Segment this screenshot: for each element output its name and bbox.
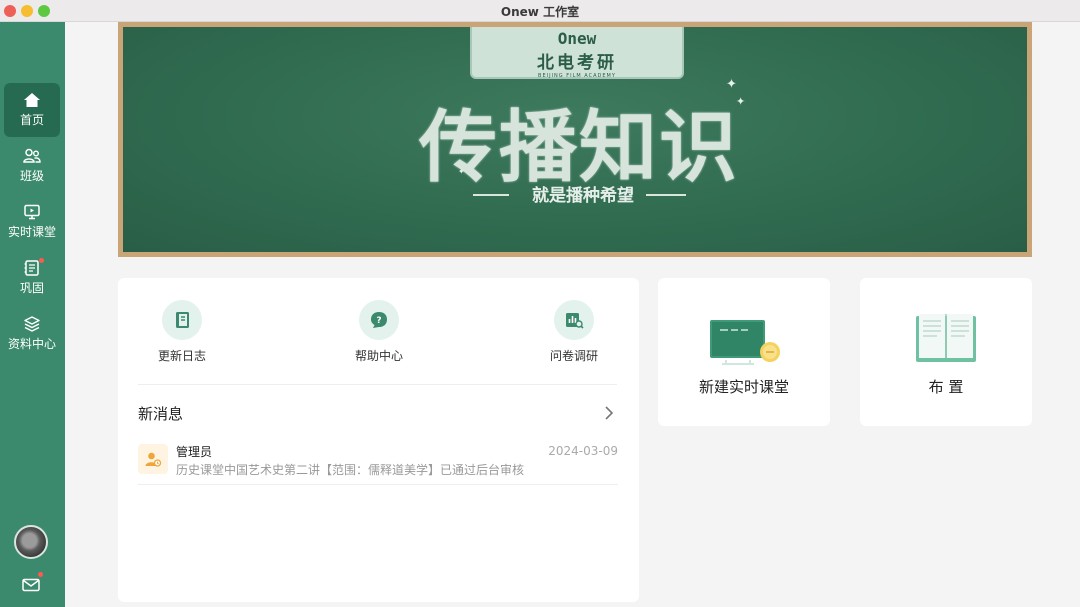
sidebar-item-live-class[interactable]: 实时课堂 — [4, 195, 60, 249]
home-icon — [24, 93, 40, 107]
survey-link[interactable]: 问卷调研 — [529, 300, 619, 364]
banner-subtitle: 就是播种希望 — [532, 186, 634, 206]
message-item[interactable]: 管理员 2024-03-09 历史课堂中国艺术史第二讲【范围：儒释道美学】已通过… — [138, 442, 618, 485]
star-icon: ✦ — [736, 95, 746, 108]
quick-link-label: 帮助中心 — [354, 349, 403, 363]
sidebar-item-label: 班级 — [19, 169, 44, 183]
sidebar-item-review[interactable]: 巩固 — [4, 251, 60, 305]
admin-user-icon — [145, 452, 162, 467]
users-icon — [23, 148, 41, 163]
chalkboard: Onew 北电考研 BEIJING FILM ACADEMY 传播知识 ✦ ✦ … — [123, 27, 1027, 252]
sign-subtext: BEIJING FILM ACADEMY — [538, 73, 616, 79]
window-title: Onew 工作室 — [500, 5, 580, 19]
sign-brand-text: Onew — [557, 29, 597, 48]
home-panel: 更新日志 ? 帮助中心 问卷调研 新消息 管理员 2024-03-09 历史课堂… — [118, 278, 639, 602]
sidebar-item-resources[interactable]: 资料中心 — [4, 307, 60, 361]
open-book-icon — [916, 314, 976, 362]
message-sender: 管理员 — [176, 445, 213, 459]
help-icon: ? — [371, 312, 387, 328]
live-class-icon — [24, 204, 40, 220]
mail-icon — [22, 578, 40, 592]
sidebar-item-label: 巩固 — [19, 281, 44, 295]
message-text: 历史课堂中国艺术史第二讲【范围：儒释道美学】已通过后台审核 — [176, 463, 525, 477]
admin-avatar — [138, 444, 168, 474]
help-icon-circle: ? — [359, 300, 399, 340]
blackboard-icon — [710, 320, 780, 365]
mail-button[interactable] — [22, 572, 43, 596]
message-date: 2024-03-09 — [548, 444, 618, 458]
chalkboard-banner: Onew 北电考研 BEIJING FILM ACADEMY 传播知识 ✦ ✦ … — [118, 22, 1032, 257]
sidebar-item-label: 首页 — [19, 113, 44, 127]
sidebar: 首页 班级 实时课堂 巩固 资料中心 — [0, 22, 65, 607]
card-label: 布 置 — [928, 378, 964, 396]
changelog-link[interactable]: 更新日志 — [137, 300, 227, 364]
user-avatar[interactable] — [14, 525, 48, 559]
sidebar-item-home[interactable]: 首页 — [4, 83, 60, 137]
survey-chart-icon — [566, 313, 584, 329]
assignment-card[interactable]: 布 置 — [860, 278, 1032, 426]
sidebar-item-classes[interactable]: 班级 — [4, 139, 60, 193]
svg-text:?: ? — [376, 316, 381, 326]
quick-link-label: 问卷调研 — [549, 349, 598, 363]
sidebar-item-label: 实时课堂 — [7, 225, 56, 239]
sign-chinese-text: 北电考研 — [537, 53, 617, 73]
sidebar-item-label: 资料中心 — [7, 337, 56, 351]
review-badge-dot — [39, 258, 44, 263]
news-section-title: 新消息 — [138, 405, 184, 423]
layers-icon — [24, 316, 40, 332]
book-icon — [176, 312, 189, 328]
new-live-class-card[interactable]: 新建实时课堂 — [658, 278, 830, 426]
panel-divider — [138, 384, 617, 385]
help-center-link[interactable]: ? 帮助中心 — [334, 300, 424, 364]
star-icon: ✦ — [458, 167, 465, 176]
mail-badge-dot — [38, 572, 43, 577]
chevron-right-icon[interactable] — [604, 405, 614, 421]
survey-icon-circle — [554, 300, 594, 340]
quick-link-label: 更新日志 — [157, 349, 206, 363]
changelog-icon-circle — [162, 300, 202, 340]
notebook-icon — [24, 260, 39, 276]
title-bar: Onew 工作室 — [0, 0, 1080, 22]
card-label: 新建实时课堂 — [698, 378, 789, 396]
banner-sign: Onew 北电考研 BEIJING FILM ACADEMY — [470, 27, 684, 79]
star-icon: ✦ — [726, 77, 737, 92]
